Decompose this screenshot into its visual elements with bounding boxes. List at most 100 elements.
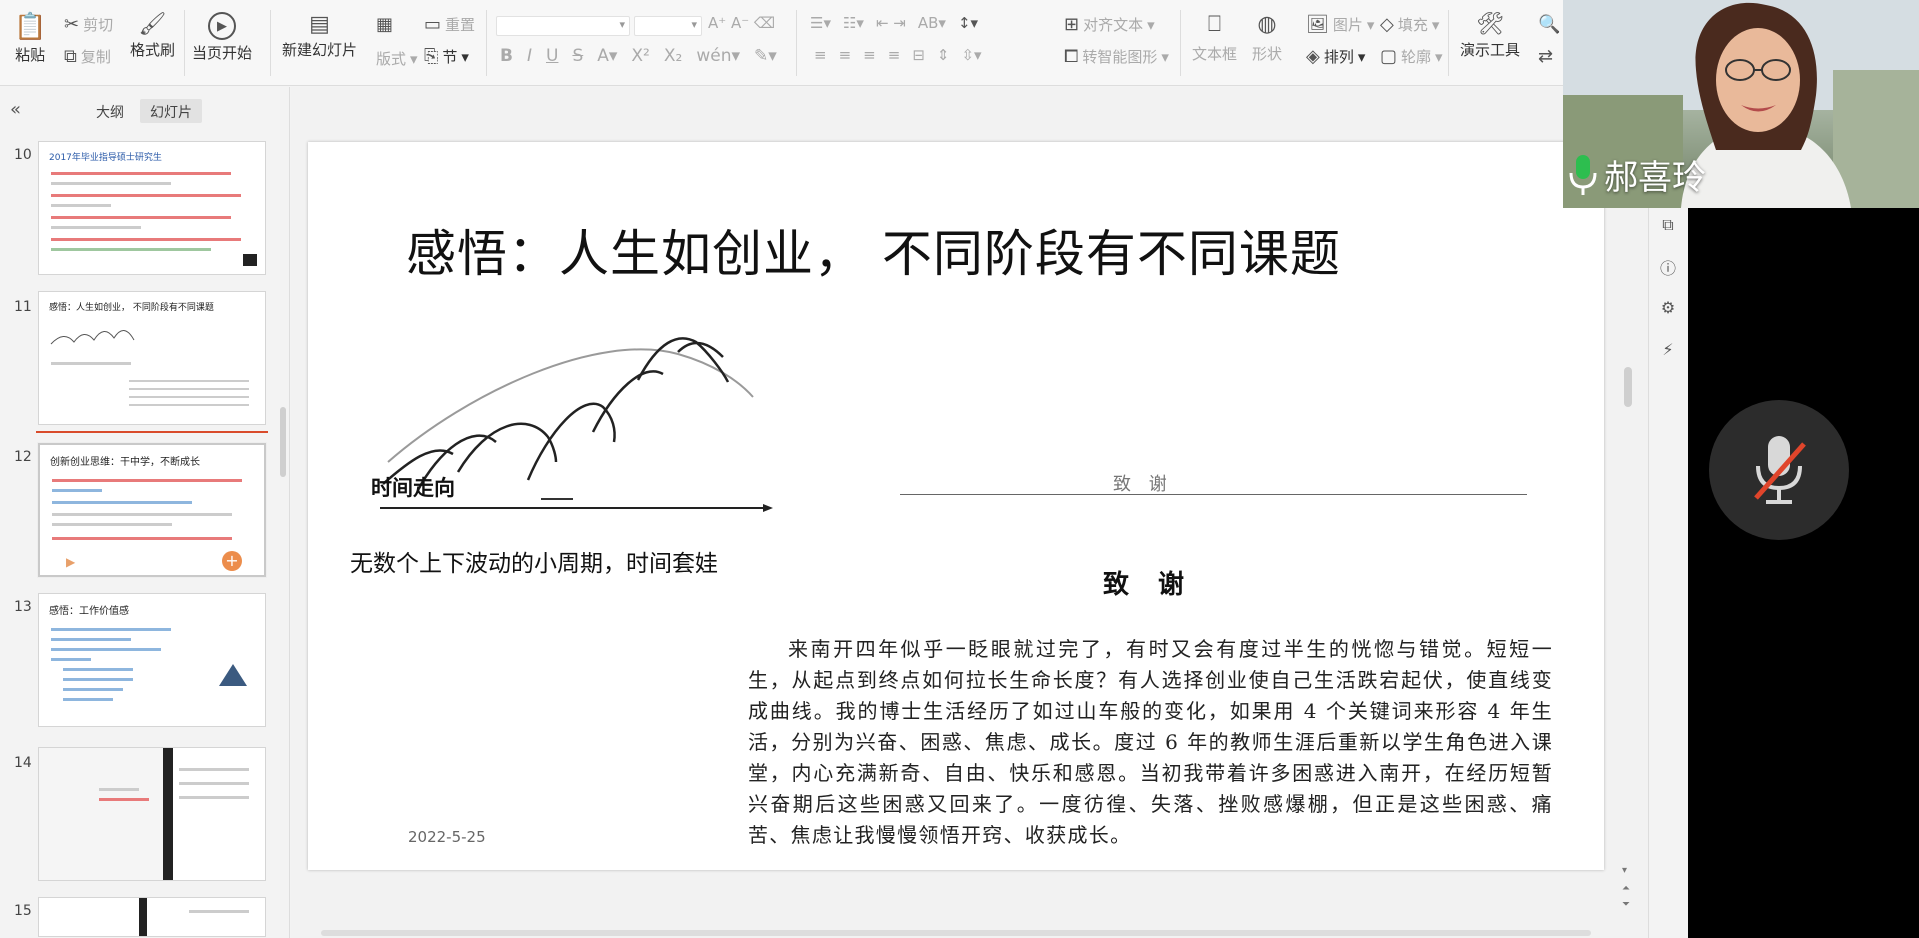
right-tool-bar: ⧉ ⓘ ⚙ ⚡ bbox=[1648, 200, 1688, 938]
scroll-down-icon[interactable]: ▾ bbox=[1622, 865, 1627, 876]
slide-thumbnail-panel: « 大纲 幻灯片 10 2017年毕业指导硕士研究生 11 感悟：人生如创业， … bbox=[0, 87, 290, 938]
new-slide-button[interactable]: ▤ 新建幻灯片 bbox=[282, 12, 357, 60]
horizontal-scrollbar[interactable] bbox=[321, 930, 1591, 936]
animation-icon[interactable]: ⚡ bbox=[1657, 338, 1679, 360]
slide-thumbnail-10[interactable]: 2017年毕业指导硕士研究生 bbox=[38, 141, 266, 275]
align-left-icon[interactable]: ≡ bbox=[814, 46, 827, 64]
line-spacing-icon[interactable]: ↕▾ bbox=[958, 14, 978, 32]
play-from-current-button[interactable]: ▶ 当页开始 bbox=[192, 12, 252, 63]
design-icon[interactable]: ⚙ bbox=[1657, 296, 1679, 318]
slide-thumbnail-11[interactable]: 感悟：人生如创业， 不同阶段有不同课题 bbox=[38, 291, 266, 425]
microphone-icon bbox=[1569, 154, 1597, 195]
slide-switch-icon[interactable]: ⧉ bbox=[1657, 214, 1679, 236]
superscript-icon[interactable]: X² bbox=[631, 46, 649, 66]
microphone-muted-icon bbox=[1754, 436, 1806, 504]
tab-outline[interactable]: 大纲 bbox=[86, 99, 134, 123]
smartart-button[interactable]: ⧠ 转智能图形 ▾ bbox=[1064, 46, 1169, 67]
outline-button[interactable]: ▢ 轮廓 ▾ bbox=[1380, 46, 1443, 67]
distribute-icon[interactable]: ⊟ bbox=[912, 46, 925, 64]
replace-icon: ⇄ bbox=[1538, 46, 1554, 67]
italic-icon[interactable]: I bbox=[527, 46, 532, 66]
paintbrush-icon: 🖌 bbox=[138, 12, 167, 37]
vertical-scrollbar[interactable] bbox=[1624, 367, 1632, 407]
layout-button[interactable]: 版式 ▾ bbox=[376, 48, 418, 69]
layout-icon-button[interactable]: ▦ bbox=[376, 14, 393, 35]
clipboard-icon: 📋 bbox=[14, 12, 47, 42]
font-grow-shrink[interactable]: A⁺ A⁻ ⌫ bbox=[708, 14, 775, 32]
tab-slides[interactable]: 幻灯片 bbox=[140, 99, 202, 123]
document-header-rule bbox=[900, 494, 1527, 495]
copy-icon: ⧉ bbox=[64, 46, 77, 67]
slide-caption[interactable]: 无数个上下波动的小周期，时间套娃 bbox=[350, 544, 718, 578]
pinyin-icon[interactable]: wén▾ bbox=[696, 46, 740, 66]
font-style-buttons[interactable]: B I U S A▾ X² X₂ wén▾ ✎▾ bbox=[500, 46, 777, 66]
copy-button[interactable]: ⧉ 复制 bbox=[64, 46, 111, 67]
document-heading: 致 谢 bbox=[1103, 570, 1195, 600]
alignment-buttons[interactable]: ≡ ≡ ≡ ≡ ⊟ ⇕ ⇳▾ bbox=[814, 46, 982, 64]
bold-icon[interactable]: B bbox=[500, 46, 513, 66]
reset-icon: ▭ bbox=[424, 14, 442, 35]
dash-mark bbox=[541, 498, 573, 500]
document-body-text[interactable]: 来南开四年似乎一眨眼就过完了，有时又会有度过半生的恍惚与错觉。短短一生，从起点到… bbox=[748, 634, 1553, 851]
align-right-icon[interactable]: ≡ bbox=[863, 46, 876, 64]
thumbnail-number: 14 bbox=[14, 755, 32, 771]
text-direction-icon[interactable]: AB▾ bbox=[918, 14, 946, 32]
align-text-button[interactable]: ⊞ 对齐文本 ▾ bbox=[1064, 14, 1155, 35]
subscript-icon[interactable]: X₂ bbox=[664, 46, 682, 66]
highlight-icon[interactable]: ✎▾ bbox=[754, 46, 777, 66]
current-slide[interactable]: 感悟：人生如创业， 不同阶段有不同课题 时间走向 无数个上下波动的小周期，时间套… bbox=[308, 142, 1604, 870]
font-family-select[interactable] bbox=[496, 16, 630, 36]
shape-button[interactable]: ◍ 形状 bbox=[1252, 12, 1282, 64]
fill-button[interactable]: ◇ 填充 ▾ bbox=[1380, 14, 1439, 35]
slide-thumbnail-13[interactable]: 感悟：工作价值感 bbox=[38, 593, 266, 727]
mute-indicator[interactable] bbox=[1709, 400, 1849, 540]
play-icon[interactable]: ▶ bbox=[66, 555, 82, 569]
font-size-select[interactable] bbox=[634, 16, 702, 36]
thumbnail-number: 12 bbox=[14, 449, 32, 465]
shape-icon: ◍ bbox=[1257, 12, 1277, 37]
picture-icon: 🖼 bbox=[1306, 14, 1329, 35]
slide-thumbnail-15[interactable] bbox=[38, 897, 266, 937]
presentation-app: 📋 粘贴 ✂ 剪切 ⧉ 复制 🖌 格式刷 ▶ 当页开始 ▤ 新建幻灯片 ▦ 版式 ▾ … bbox=[0, 0, 1919, 938]
play-icon: ▶ bbox=[208, 12, 236, 40]
section-button[interactable]: ⎘ 节 ▾ bbox=[424, 46, 469, 67]
arrange-button[interactable]: ◈ 排列 ▾ bbox=[1306, 46, 1365, 67]
format-painter-button[interactable]: 🖌 格式刷 bbox=[130, 12, 175, 60]
paste-button[interactable]: 📋 粘贴 bbox=[14, 12, 46, 65]
slide-title[interactable]: 感悟：人生如创业， 不同阶段有不同课题 bbox=[406, 214, 1341, 286]
arrange-icon: ◈ bbox=[1306, 46, 1320, 67]
justify-icon[interactable]: ≡ bbox=[888, 46, 901, 64]
next-slide-icon[interactable]: ⏷ bbox=[1622, 899, 1630, 910]
thumbnail-number: 10 bbox=[14, 147, 32, 163]
align-center-icon[interactable]: ≡ bbox=[839, 46, 852, 64]
strikethrough-icon[interactable]: S bbox=[572, 46, 583, 66]
list-buttons[interactable]: ☰▾ ☷▾ ⇤ ⇥ AB▾ ↕▾ bbox=[810, 14, 978, 32]
reset-button[interactable]: ▭ 重置 bbox=[424, 14, 475, 35]
slide-date[interactable]: 2022-5-25 bbox=[408, 828, 486, 846]
underline-icon[interactable]: U bbox=[546, 46, 558, 66]
textbox-button[interactable]: ⎕ 文本框 bbox=[1192, 12, 1237, 64]
collapse-panel-icon[interactable]: « bbox=[10, 99, 21, 120]
slide-thumbnail-12[interactable]: 创新创业思维：干中学，不断成长 ▶ + bbox=[38, 443, 266, 577]
slide-thumbnail-14[interactable] bbox=[38, 747, 266, 881]
fill-icon: ◇ bbox=[1380, 14, 1394, 35]
prev-slide-icon[interactable]: ⏶ bbox=[1622, 883, 1630, 894]
cut-button[interactable]: ✂ 剪切 bbox=[64, 14, 113, 35]
indent-icon[interactable]: ⇤ ⇥ bbox=[876, 14, 906, 32]
replace-button[interactable]: ⇄ bbox=[1538, 46, 1553, 67]
search-button[interactable]: 🔍 bbox=[1538, 14, 1560, 35]
presentation-tools-button[interactable]: 🛠 演示工具 bbox=[1460, 12, 1520, 60]
help-icon[interactable]: ⓘ bbox=[1657, 256, 1679, 278]
paragraph-spacing-icon[interactable]: ⇳▾ bbox=[961, 46, 981, 64]
font-color-icon[interactable]: A▾ bbox=[597, 46, 617, 66]
add-slide-icon[interactable]: + bbox=[222, 551, 242, 571]
bullet-list-icon[interactable]: ☰▾ bbox=[810, 14, 831, 32]
slide-editing-area: 感悟：人生如创业， 不同阶段有不同课题 时间走向 无数个上下波动的小周期，时间套… bbox=[291, 87, 1648, 938]
thumbnail-scrollbar[interactable] bbox=[280, 407, 286, 477]
document-header-title: 致 谢 bbox=[1113, 474, 1173, 495]
thumbnail-number: 11 bbox=[14, 299, 32, 315]
number-list-icon[interactable]: ☷▾ bbox=[843, 14, 864, 32]
picture-button[interactable]: 🖼 图片 ▾ bbox=[1306, 14, 1374, 35]
vertical-spacing-icon[interactable]: ⇕ bbox=[937, 46, 950, 64]
new-slide-icon: ▤ bbox=[309, 12, 330, 37]
